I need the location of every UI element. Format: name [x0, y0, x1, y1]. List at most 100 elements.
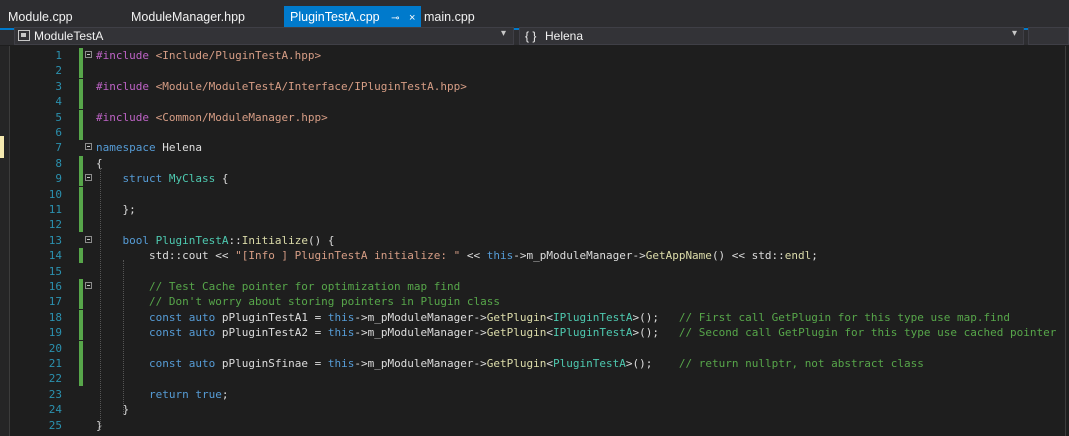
code-text: const auto pPluginTestA1 = this->m_pModu… [96, 310, 1010, 325]
code-line[interactable]: 18 const auto pPluginTestA1 = this->m_pM… [10, 309, 1069, 325]
code-token: namespace [96, 141, 156, 155]
project-dropdown[interactable]: ModuleTestA ▾ [14, 27, 514, 45]
code-token: ; [221, 387, 229, 401]
code-token: Helena [155, 141, 202, 155]
code-text: struct MyClass { [96, 171, 229, 186]
code-token: <Include/PluginTestA.hpp> [155, 49, 322, 62]
code-token: MyClass [168, 172, 216, 186]
code-token: #include [96, 79, 156, 93]
scrollbar-edge [1065, 46, 1066, 436]
code-line[interactable]: 2 [10, 63, 1069, 79]
change-marker [79, 309, 83, 325]
line-number: 24 [48, 403, 62, 417]
chevron-down-icon: ▾ [501, 28, 507, 39]
code-token: std::cout << [96, 249, 236, 263]
code-token: IPluginTestA [553, 310, 633, 324]
tab-module-cpp[interactable]: Module.cpp [8, 6, 73, 28]
code-token: () << std:: [711, 249, 785, 263]
code-token: <Module/ModuleTestA/Interface/IPluginTes… [155, 79, 467, 93]
code-line[interactable]: 9 struct MyClass { [10, 171, 1069, 187]
code-text: // Don't worry about storing pointers in… [96, 294, 500, 309]
code-token: { [215, 172, 229, 186]
editor-margin-strip [0, 46, 9, 436]
code-text: }; [96, 202, 135, 217]
code-text: return true; [96, 387, 229, 402]
code-text: // Test Cache pointer for optimization m… [96, 279, 460, 294]
code-line[interactable]: 7 namespace Helena [10, 140, 1069, 155]
code-token: ->m_pModuleManager-> [354, 310, 487, 324]
collapse-icon[interactable] [85, 51, 92, 58]
code-token: // Test Cache pointer for optimization m… [148, 280, 461, 293]
code-line[interactable]: 14 std::cout << "[Info ] PluginTestA ini… [10, 248, 1069, 264]
member-dropdown[interactable] [1028, 27, 1069, 45]
code-line[interactable]: 10 [10, 186, 1069, 202]
code-token: ->m_pModuleManager-> [354, 357, 487, 370]
code-line[interactable]: 12 [10, 217, 1069, 233]
code-editor[interactable]: 1 #include <Include/PluginTestA.hpp> 2 3 #in… [10, 46, 1069, 436]
code-line[interactable]: 22 [10, 371, 1069, 387]
code-line[interactable]: 15 [10, 264, 1069, 279]
code-token: << [460, 249, 487, 263]
code-text: #include <Common/ModuleManager.hpp> [96, 110, 328, 125]
scope-icon: { } [525, 29, 537, 43]
code-token: () { [307, 233, 335, 247]
code-token: PluginTestA [553, 357, 626, 370]
code-line[interactable]: 6 [10, 125, 1069, 140]
tab-plugintesta-cpp[interactable]: PluginTestA.cpp ⊸ × [284, 6, 422, 29]
code-line[interactable]: 23 return true; [10, 387, 1069, 402]
code-token: pPluginSfinae = [215, 357, 328, 370]
change-marker [79, 325, 83, 341]
code-token: this [327, 326, 355, 340]
collapse-icon[interactable] [85, 282, 92, 289]
change-marker [79, 294, 83, 310]
code-line[interactable]: 8{ [10, 155, 1069, 171]
change-marker [79, 248, 83, 264]
line-number: 14 [48, 249, 62, 263]
code-token: PluginTestA [155, 233, 229, 247]
code-token: this [327, 310, 355, 324]
code-text: bool PluginTestA::Initialize() { [96, 233, 335, 248]
close-icon[interactable]: × [409, 7, 415, 29]
code-line[interactable]: 21 const auto pPluginSfinae = this->m_pM… [10, 356, 1069, 371]
code-token: >(); [632, 326, 679, 340]
line-number: 1 [55, 49, 62, 62]
code-text: const auto pPluginTestA2 = this->m_pModu… [96, 325, 1056, 340]
scope-dropdown[interactable]: { } Helena ▾ [519, 27, 1024, 45]
code-token: const [148, 310, 183, 324]
code-line[interactable]: 4 [10, 94, 1069, 110]
code-token: // First call GetPlugin for this type us… [678, 310, 1010, 324]
code-token: GetPlugin [486, 310, 547, 324]
code-token: const [148, 357, 183, 370]
tab-main-cpp[interactable]: main.cpp [424, 6, 475, 28]
code-text: #include <Module/ModuleTestA/Interface/I… [96, 79, 467, 94]
code-line[interactable]: 19 const auto pPluginTestA2 = this->m_pM… [10, 325, 1069, 341]
line-number: 18 [48, 310, 62, 324]
tab-modulemanager-hpp[interactable]: ModuleManager.hpp [131, 6, 245, 28]
code-line[interactable]: 17 // Don't worry about storing pointers… [10, 294, 1069, 310]
code-line[interactable]: 16 // Test Cache pointer for optimizatio… [10, 279, 1069, 294]
code-line[interactable]: 3 #include <Module/ModuleTestA/Interface/… [10, 78, 1069, 94]
tab-label: Module.cpp [8, 10, 73, 24]
change-marker [79, 78, 83, 94]
code-line[interactable]: 25} [10, 418, 1069, 433]
collapse-icon[interactable] [85, 174, 92, 182]
code-token: GetPlugin [486, 326, 547, 340]
collapse-icon[interactable] [85, 143, 92, 151]
code-line[interactable]: 20 [10, 340, 1069, 356]
code-token: pPluginTestA2 = [215, 326, 328, 340]
code-line[interactable]: 11 }; [10, 202, 1069, 217]
change-marker [79, 186, 83, 202]
code-token: return [148, 387, 189, 401]
change-marker [79, 48, 83, 63]
code-line[interactable]: 5 #include <Common/ModuleManager.hpp> [10, 109, 1069, 125]
code-token: <Common/ModuleManager.hpp> [155, 110, 328, 124]
code-line[interactable]: 13 bool PluginTestA::Initialize() { [10, 233, 1069, 248]
code-token: auto [188, 326, 216, 340]
change-marker [79, 356, 83, 371]
code-text: namespace Helena [96, 140, 202, 155]
collapse-icon[interactable] [85, 235, 92, 243]
code-line[interactable]: 1 #include <Include/PluginTestA.hpp> [10, 48, 1069, 63]
change-marker [79, 217, 83, 233]
code-line[interactable]: 24 } [10, 402, 1069, 417]
